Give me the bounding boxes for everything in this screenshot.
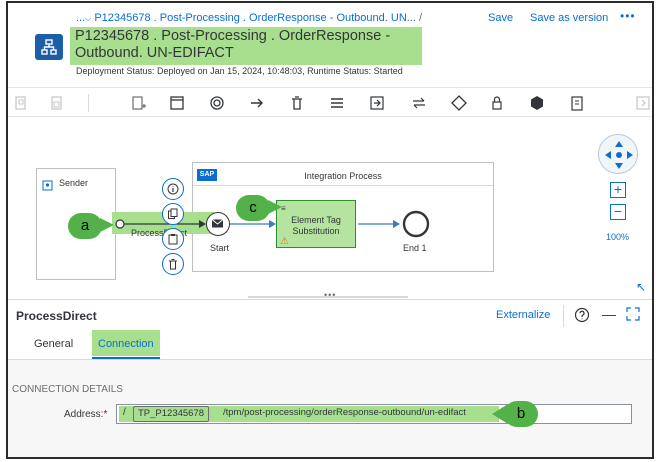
externalize-button[interactable]: Externalize (496, 309, 550, 321)
call-icon[interactable] (368, 94, 386, 112)
hierarchy-icon (35, 34, 63, 60)
callout-c-pointer (268, 200, 282, 214)
start-label: Start (210, 243, 230, 253)
help-icon[interactable] (574, 307, 590, 328)
element-tag-substitution-step[interactable]: ≡ Element Tag Substitution ⚠ (276, 200, 356, 248)
callout-b: b (504, 401, 538, 427)
page-title: P12345678 . Post-Processing . OrderRespo… (75, 28, 391, 61)
message-exchange-icon[interactable] (410, 94, 428, 112)
paste-step-icon[interactable] (162, 228, 184, 250)
gateway-icon[interactable] (450, 94, 468, 112)
menu-lines-icon[interactable] (328, 94, 346, 112)
delete-icon[interactable] (288, 94, 306, 112)
minimize-icon[interactable]: — (602, 306, 616, 322)
palette-toolbar (8, 87, 652, 117)
validator-icon[interactable] (568, 94, 586, 112)
address-field[interactable]: / TP_P12345678 /tpm/post-processing/orde… (116, 404, 632, 424)
address-slash: / (123, 407, 126, 418)
save-button[interactable]: Save (488, 12, 513, 24)
header: ...⌵ P12345678 . Post-Processing . Order… (8, 3, 652, 83)
process-icon[interactable] (168, 94, 186, 112)
deployment-status: Deployment Status: Deployed on Jan 15, 2… (76, 66, 403, 76)
required-marker: * (103, 409, 108, 420)
breadcrumb: ...⌵ P12345678 . Post-Processing . Order… (76, 12, 422, 24)
section-heading: CONNECTION DETAILS (12, 384, 123, 395)
events-icon[interactable] (208, 94, 226, 112)
window-frame: ...⌵ P12345678 . Post-Processing . Order… (6, 1, 654, 459)
callout-c: c (236, 195, 270, 221)
properties-panel: ProcessDirect Externalize — General Conn… (8, 299, 652, 457)
panel-title: ProcessDirect (16, 309, 97, 323)
participants-icon[interactable] (130, 94, 148, 112)
pan-control[interactable] (598, 134, 638, 174)
process-canvas[interactable]: Sender SAP Integration Process ProcessDi… (8, 118, 652, 300)
tab-connection[interactable]: Connection (98, 338, 154, 350)
breadcrumb-link[interactable]: P12345678 . Post-Processing . OrderRespo… (94, 12, 416, 24)
delete-step-icon[interactable] (162, 253, 184, 275)
security-lock-icon[interactable] (488, 94, 506, 112)
copy-step-icon[interactable] (162, 203, 184, 225)
paste-icon[interactable] (48, 94, 66, 112)
active-tab-indicator (92, 357, 160, 359)
callout-a-pointer (100, 218, 114, 232)
envelope-icon (211, 219, 224, 228)
pan-arrows-icon (605, 141, 633, 169)
tab-bar: General Connection (8, 330, 652, 360)
more-icon[interactable]: ••• (620, 9, 636, 23)
warning-icon: ⚠ (280, 236, 289, 247)
address-label: Address:* (64, 409, 108, 420)
persistence-icon[interactable] (528, 94, 546, 112)
copy-icon[interactable] (12, 94, 30, 112)
connector-arrow-icon[interactable] (248, 94, 266, 112)
connection-details: CONNECTION DETAILS Address:* / TP_P12345… (8, 360, 652, 457)
info-icon[interactable] (162, 178, 184, 200)
tab-general[interactable]: General (34, 338, 73, 350)
maximize-icon[interactable] (626, 307, 640, 326)
chevron-down-icon[interactable]: ⌵ (85, 14, 91, 23)
start-event[interactable] (206, 212, 230, 236)
zoom-out-button[interactable]: − (610, 204, 626, 220)
zoom-level: 100% (606, 232, 630, 242)
element-tag-label: Element Tag Substitution (291, 215, 341, 236)
address-path: /tpm/post-processing/orderResponse-outbo… (223, 407, 466, 418)
collapse-palette-icon[interactable] (634, 94, 652, 112)
end-label: End 1 (403, 243, 427, 253)
save-as-version-button[interactable]: Save as version (530, 12, 608, 24)
breadcrumb-separator: / (419, 12, 423, 24)
zoom-in-button[interactable]: + (610, 182, 626, 198)
panel-divider (563, 305, 564, 327)
breadcrumb-overflow[interactable]: ... (76, 12, 85, 24)
callout-a: a (68, 213, 102, 239)
expand-arrow-icon[interactable]: ↖ (636, 280, 646, 294)
address-parameter-token[interactable]: TP_P12345678 (133, 406, 210, 422)
